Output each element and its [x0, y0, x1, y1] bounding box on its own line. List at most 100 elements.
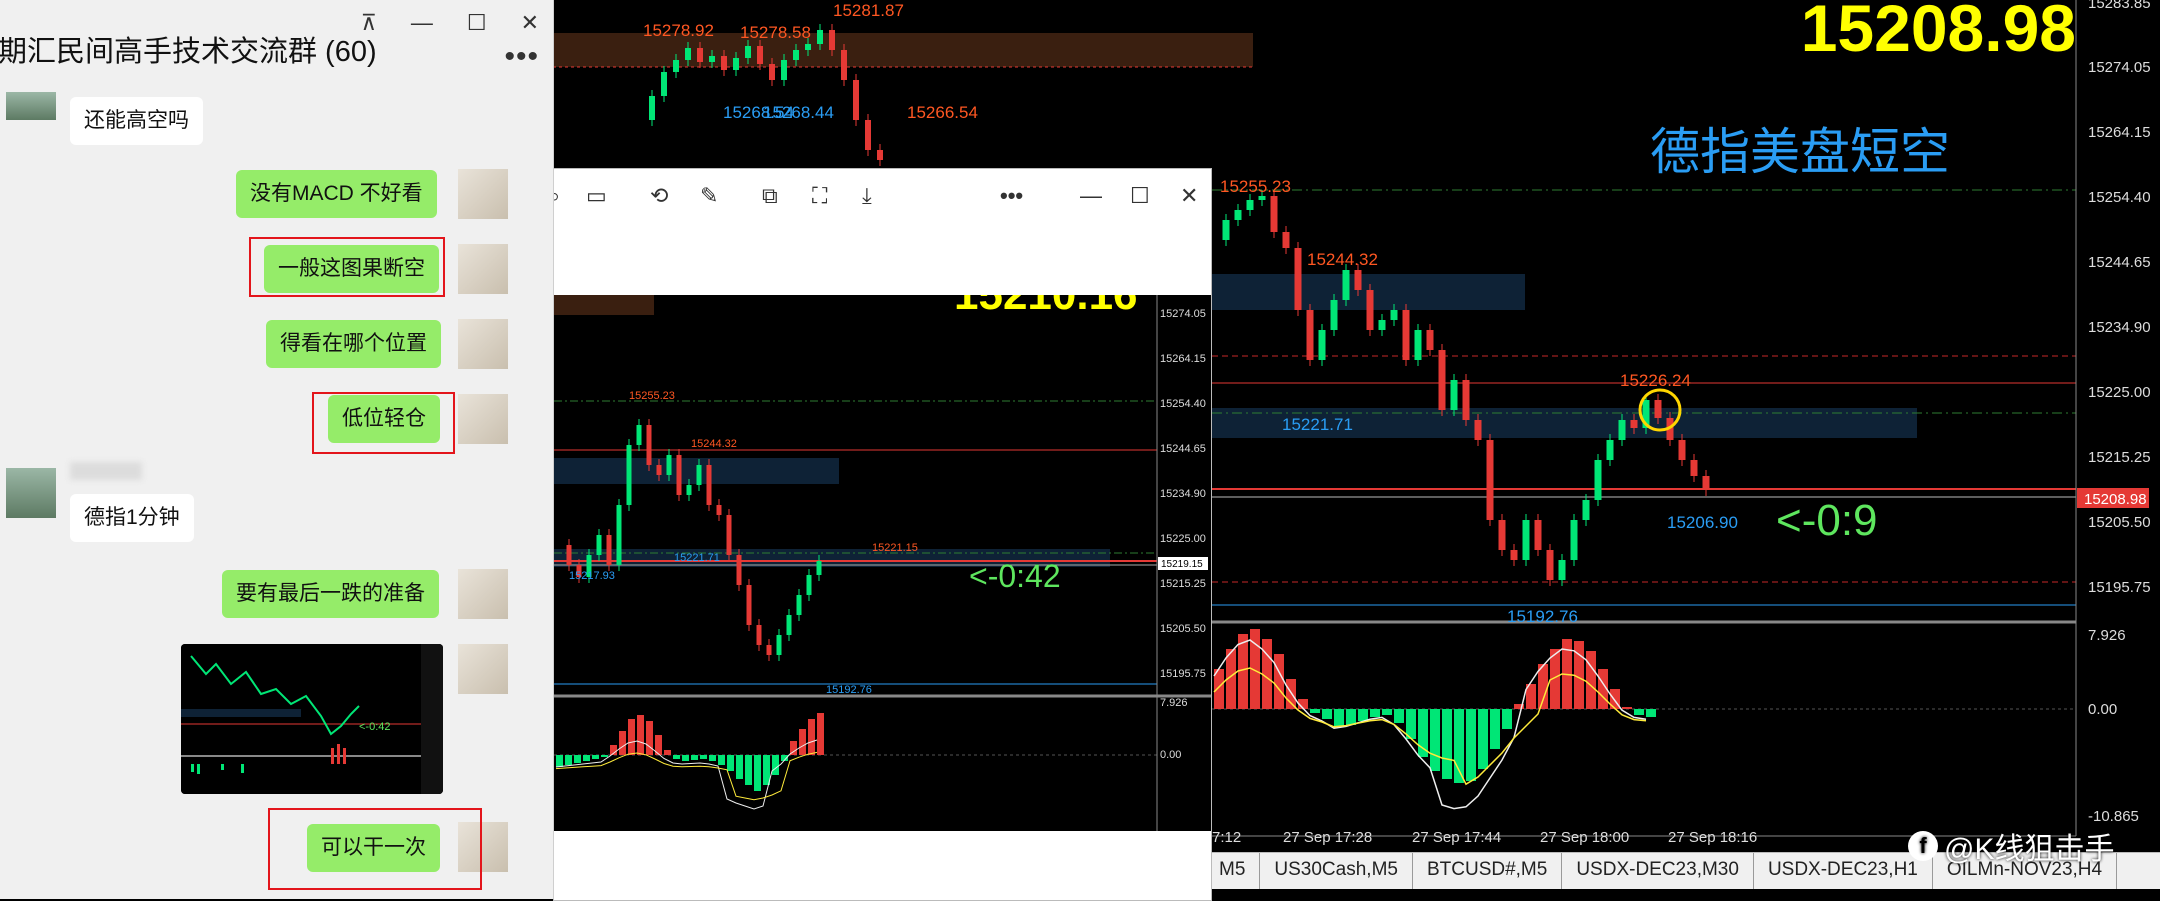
highlight-box	[268, 808, 482, 890]
histogram-bar	[1490, 709, 1500, 749]
svg-text:15234.90: 15234.90	[2088, 319, 2151, 336]
histogram-bar	[718, 755, 725, 765]
candle	[1582, 500, 1590, 520]
image-message-thumbnail[interactable]: <-0:42	[181, 644, 443, 794]
message-bubble[interactable]: 没有MACD 不好看	[236, 170, 437, 218]
avatar[interactable]	[458, 319, 508, 369]
close-icon[interactable]: ✕	[521, 10, 539, 36]
edit-icon[interactable]: ✎	[700, 183, 718, 209]
candle	[806, 575, 812, 595]
popup-label: 15221.15	[872, 542, 918, 554]
candle	[566, 545, 572, 565]
candle	[1306, 310, 1314, 360]
histogram-bar	[1478, 709, 1488, 769]
avatar[interactable]	[458, 569, 508, 619]
histogram-bar	[1238, 634, 1248, 709]
candle	[1354, 270, 1362, 290]
message-bubble[interactable]: 德指1分钟	[70, 494, 194, 542]
candle	[1606, 440, 1614, 460]
svg-text:27 Sep 18:16: 27 Sep 18:16	[1668, 829, 1757, 846]
translate-icon[interactable]: ⧉	[762, 183, 778, 209]
candle	[656, 465, 662, 475]
svg-text:0.00: 0.00	[1160, 749, 1181, 761]
svg-text:15225.00: 15225.00	[1160, 533, 1206, 545]
label-high-6: 15266.54	[907, 103, 978, 122]
candle	[1510, 550, 1518, 560]
avatar[interactable]	[458, 394, 508, 444]
candle	[696, 465, 702, 485]
candle	[1246, 200, 1254, 210]
svg-text:15254.40: 15254.40	[1160, 398, 1206, 410]
symbol-tab[interactable]: BTCUSD#,M5	[1413, 853, 1563, 889]
watermark-text: @K线狙击手	[1944, 833, 2115, 866]
message-bubble[interactable]: 还能高空吗	[70, 97, 203, 145]
candle	[636, 425, 642, 445]
avatar[interactable]	[458, 244, 508, 294]
svg-text:0.00: 0.00	[2088, 701, 2117, 718]
avatar[interactable]	[458, 169, 508, 219]
message-bubble[interactable]: 要有最后一跌的准备	[222, 570, 439, 618]
svg-text:15254.40: 15254.40	[2088, 189, 2151, 206]
minimize-icon[interactable]: —	[1080, 183, 1102, 209]
candle	[709, 56, 715, 62]
candle	[1570, 520, 1578, 560]
candle	[1270, 196, 1278, 232]
symbol-tab[interactable]: USDX-DEC23,H1	[1754, 853, 1933, 889]
histogram-bar	[1322, 709, 1332, 719]
symbol-tab[interactable]: M5	[1205, 853, 1261, 889]
symbol-tab[interactable]: US30Cash,M5	[1260, 853, 1413, 889]
svg-text:27 Sep 17:28: 27 Sep 17:28	[1283, 829, 1372, 846]
histogram-bar	[1394, 709, 1404, 723]
avatar[interactable]	[458, 644, 508, 694]
svg-text:15195.75: 15195.75	[2088, 579, 2151, 596]
message-bubble[interactable]: 得看在哪个位置	[266, 320, 441, 368]
histogram-bar	[1646, 709, 1656, 717]
candle	[666, 455, 672, 475]
candle	[661, 72, 667, 96]
svg-text:7.926: 7.926	[1160, 697, 1188, 709]
more-icon[interactable]: •••	[1000, 183, 1023, 209]
download-icon[interactable]: ⤓	[862, 183, 872, 209]
candle	[726, 515, 732, 555]
svg-text:-10.865: -10.865	[2088, 808, 2139, 825]
candle	[776, 635, 782, 655]
histogram-bar	[682, 755, 689, 761]
popup-label: 15244.32	[691, 438, 737, 450]
candle	[796, 595, 802, 615]
histogram-bar	[637, 715, 644, 755]
histogram-bar	[772, 755, 779, 775]
more-options-icon[interactable]: •••	[504, 40, 539, 74]
histogram-bar	[601, 755, 608, 757]
candle	[793, 50, 799, 60]
histogram-bar	[565, 755, 572, 765]
rotate-icon[interactable]: ⟲	[650, 183, 668, 209]
close-icon[interactable]: ✕	[1180, 183, 1198, 209]
histogram-bar	[817, 713, 824, 755]
candle	[1438, 350, 1446, 410]
candle	[1222, 220, 1230, 240]
avatar[interactable]	[6, 468, 56, 518]
candle	[816, 561, 822, 575]
symbol-tab[interactable]: USDX-DEC23,M30	[1562, 853, 1754, 889]
maximize-icon[interactable]: ☐	[467, 10, 487, 36]
candle	[1282, 232, 1290, 248]
histogram-bar	[709, 755, 716, 761]
candle	[786, 615, 792, 635]
viewer-toolbar: ⌕ ▭ ⟲ ✎ ⧉ ⛶ ⤓ ••• — ☐ ✕	[548, 169, 1211, 225]
scan-icon[interactable]: ⛶	[812, 183, 827, 209]
pin-icon[interactable]: ⊼	[361, 10, 377, 36]
histogram-bar	[1442, 709, 1452, 779]
svg-text:15244.65: 15244.65	[1160, 443, 1206, 455]
candle	[757, 46, 763, 64]
actual-size-icon[interactable]: ▭	[586, 183, 607, 209]
minimize-icon[interactable]: —	[411, 10, 433, 36]
candle	[1294, 248, 1302, 310]
svg-text:15264.15: 15264.15	[2088, 124, 2151, 141]
avatar[interactable]	[6, 92, 56, 120]
popup-countdown: <-0:42	[969, 558, 1061, 594]
candle	[1258, 196, 1266, 200]
svg-text:15234.90: 15234.90	[1160, 488, 1206, 500]
histogram-bar	[1430, 709, 1440, 771]
maximize-icon[interactable]: ☐	[1130, 183, 1150, 209]
candle	[1702, 476, 1710, 490]
